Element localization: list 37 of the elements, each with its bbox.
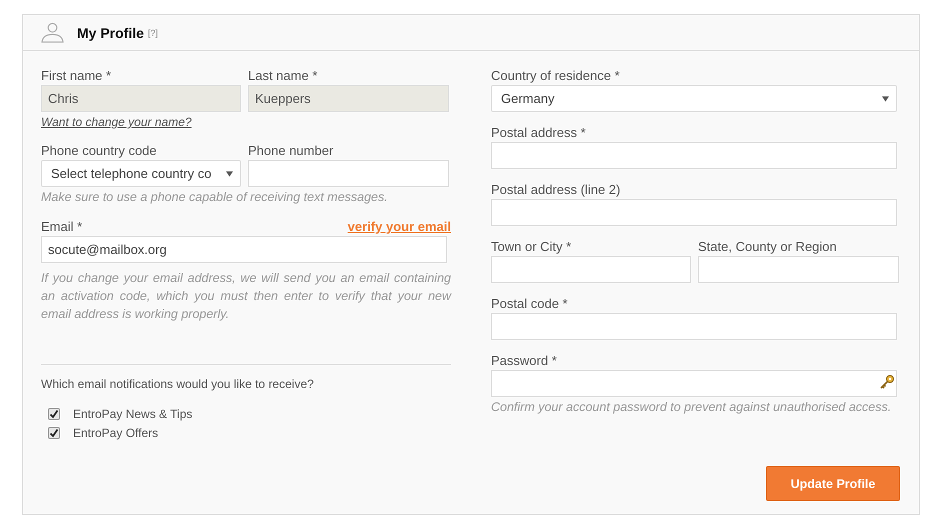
field-label: Phone number — [248, 143, 334, 159]
notifications-question: Which email notifications would you like to receive? — [41, 376, 314, 392]
password-hint: Confirm your account password to prevent against unauthorised access. — [491, 399, 892, 415]
text-field[interactable] — [491, 313, 897, 340]
text-field[interactable] — [491, 199, 897, 226]
field-label: Postal code * — [491, 296, 568, 312]
checkbox-label: EntroPay News & Tips — [73, 406, 192, 420]
change-name-link[interactable]: Want to change your name? — [41, 114, 192, 130]
phone-hint: Make sure to use a phone capable of receiving text messages. — [41, 189, 388, 205]
checkbox-label: EntroPay Offers — [73, 426, 158, 440]
field-label: Postal address (line 2) — [491, 182, 620, 198]
country-select[interactable]: Germany — [491, 85, 897, 112]
checkbox[interactable] — [48, 408, 60, 420]
email-field[interactable]: socute@mailbox.org — [41, 236, 447, 263]
caret-icon — [226, 170, 233, 176]
panel-title: My Profile — [77, 24, 144, 40]
field-label: Country of residence * — [491, 68, 620, 84]
field-label: Phone country code — [41, 143, 157, 159]
text-field[interactable] — [698, 256, 899, 283]
help-link[interactable]: [?] — [148, 28, 158, 38]
text-field[interactable] — [491, 256, 691, 283]
phone-number-field[interactable] — [248, 160, 449, 187]
field-label: First name * — [41, 68, 112, 84]
password-field[interactable] — [491, 370, 897, 397]
field-label: Postal address * — [491, 125, 586, 141]
key-icon[interactable] — [879, 374, 895, 390]
field-label: State, County or Region — [698, 239, 837, 255]
text-field[interactable] — [491, 142, 897, 169]
caret-icon — [882, 96, 889, 102]
checkbox[interactable] — [48, 426, 60, 438]
field-label: Email * — [41, 219, 82, 235]
user-icon — [41, 22, 64, 43]
field-label: Last name * — [248, 68, 318, 84]
email-hint: If you change your email address, we will send you an email containing an activation code, which you must then enter to verify that your new email address is working properly. — [41, 270, 451, 323]
field-label: Password * — [491, 353, 557, 369]
field-label: Town or City * — [491, 239, 572, 255]
phone-code-select[interactable]: Select telephone country co — [41, 160, 241, 187]
